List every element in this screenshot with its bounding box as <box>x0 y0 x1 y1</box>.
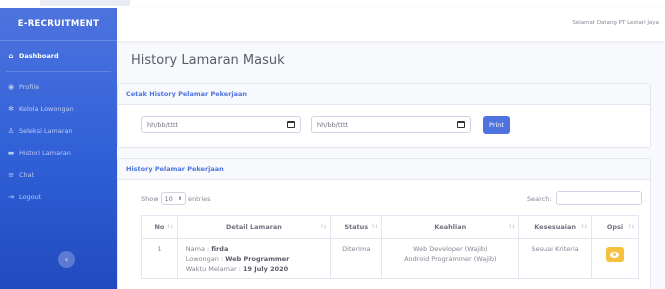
sidebar-item-label: Chat <box>19 171 35 179</box>
sidebar-item-label: Profile <box>19 83 40 91</box>
chevron-left-icon: ‹ <box>64 255 69 264</box>
cell-keahlian: Web Developer (Wajib) Android Programmer… <box>381 238 520 279</box>
date-to-input[interactable]: hh/bb/tttt <box>311 116 471 133</box>
column-header-kesesuaian[interactable]: Kesesuaian ↑↓ <box>518 215 592 239</box>
brand-title[interactable]: E-RECRUITMENT <box>0 8 117 41</box>
sidebar-divider <box>6 71 111 72</box>
table-row: 1 Nama : firda Lowongan : Web Programmer… <box>141 238 640 279</box>
cell-opsi <box>590 238 640 279</box>
detail-nama: Nama : firda <box>185 245 229 253</box>
home-icon: ⌂ <box>8 52 14 60</box>
sidebar-item-label: Logout <box>19 193 42 201</box>
column-header-keahlian[interactable]: Keahlian ↑↓ <box>381 215 520 239</box>
column-header-opsi[interactable]: Opsi ↑↓ <box>590 215 640 239</box>
entries-value: 10 <box>164 194 173 203</box>
sidebar-item-label: Dashboard <box>19 52 59 60</box>
show-label: Show <box>141 194 159 203</box>
sidebar-item-seleksi-lamaran[interactable]: ♙ Seleksi Lamaran <box>0 120 117 142</box>
search-input[interactable] <box>556 191 642 205</box>
sidebar-item-histori-lamaran[interactable]: ▬ Histori Lamaran <box>0 142 117 164</box>
table-header-row: No ↑↓ Detail Lamaran ↑↓ Status ↑↓ Keahlian ↑… <box>141 215 640 239</box>
logout-icon: ⇥ <box>8 193 14 201</box>
sidebar-item-profile[interactable]: ◉ Profile <box>0 76 117 98</box>
sidebar-item-label: Kelola Lowongan <box>19 105 74 113</box>
cell-no: 1 <box>141 238 178 279</box>
gear-icon: ✻ <box>8 105 14 113</box>
detail-lowongan: Lowongan : Web Programmer <box>185 255 290 263</box>
date-from-placeholder: hh/bb/tttt <box>147 120 179 129</box>
folder-icon: ▬ <box>7 149 15 157</box>
welcome-text: Selamat Datang PT Lestari Jaya <box>572 20 659 26</box>
sort-icon: ↑↓ <box>627 224 635 230</box>
sidebar-item-label: Seleksi Lamaran <box>19 127 73 135</box>
date-to-placeholder: hh/bb/tttt <box>317 120 349 129</box>
sort-icon: ↑↓ <box>319 224 327 230</box>
entries-label: entries <box>188 194 211 203</box>
user-icon: ♙ <box>7 127 15 135</box>
sidebar-item-dashboard[interactable]: ⌂ Dashboard <box>0 41 117 71</box>
history-table: No ↑↓ Detail Lamaran ↑↓ Status ↑↓ Keahlian ↑… <box>141 215 640 279</box>
show-entries: Show 10 ⬍ entries <box>141 192 211 205</box>
detail-waktu: Waktu Melamar : 19 July 2020 <box>185 265 289 273</box>
page-title: History Lamaran Masuk <box>131 53 285 68</box>
history-card-header: History Pelamar Pekerjaan <box>118 159 650 180</box>
date-from-input[interactable]: hh/bb/tttt <box>141 116 301 133</box>
topbar: Selamat Datang PT Lestari Jaya <box>117 8 665 41</box>
sidebar: E-RECRUITMENT ⌂ Dashboard ◉ Profile ✻ Ke… <box>0 8 117 289</box>
top-strip <box>0 0 665 8</box>
calendar-icon[interactable] <box>457 121 465 128</box>
sort-icon: ↑↓ <box>507 224 515 230</box>
sidebar-toggle-button[interactable]: ‹ <box>58 251 75 268</box>
keahlian-item: Android Programmer (Wajib) <box>404 255 497 263</box>
sidebar-item-chat[interactable]: ≡ Chat <box>0 164 117 186</box>
sidebar-item-kelola-lowongan[interactable]: ✻ Kelola Lowongan <box>0 98 117 120</box>
column-header-no[interactable]: No ↑↓ <box>141 215 178 239</box>
column-header-status[interactable]: Status ↑↓ <box>330 215 383 239</box>
search-label: Search: <box>527 195 552 203</box>
cell-detail: Nama : firda Lowongan : Web Programmer W… <box>176 238 332 279</box>
column-header-detail[interactable]: Detail Lamaran ↑↓ <box>176 215 332 239</box>
print-button[interactable]: Print <box>483 116 510 134</box>
keahlian-item: Web Developer (Wajib) <box>413 245 488 253</box>
entries-select[interactable]: 10 ⬍ <box>160 192 187 205</box>
calendar-icon[interactable] <box>287 121 295 128</box>
print-card-header: Cetak History Pelamar Pekerjaan <box>118 84 650 105</box>
view-detail-button[interactable] <box>605 247 624 262</box>
sort-icon: ↑↓ <box>166 224 173 230</box>
chat-icon: ≡ <box>8 171 14 179</box>
eye-icon <box>610 251 620 258</box>
chevron-updown-icon: ⬍ <box>177 195 183 202</box>
profile-icon: ◉ <box>7 83 15 91</box>
sort-icon: ↑↓ <box>580 224 588 230</box>
cell-status: Diterima <box>330 238 383 279</box>
sort-icon: ↑↓ <box>370 224 378 230</box>
sidebar-item-label: Histori Lamaran <box>19 149 71 157</box>
cell-kesesuaian: Sesuai Kriteria <box>518 238 592 279</box>
top-strip-cut <box>40 0 130 6</box>
sidebar-item-logout[interactable]: ⇥ Logout <box>0 186 117 208</box>
